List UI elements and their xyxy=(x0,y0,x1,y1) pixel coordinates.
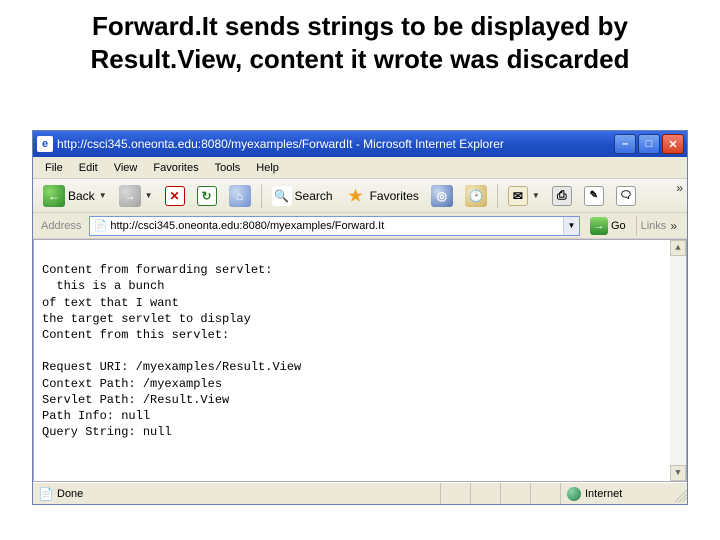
content-line: of text that I want xyxy=(42,296,179,310)
mail-button[interactable]: ✉ ▼ xyxy=(502,182,546,210)
edit-icon: ✎ xyxy=(584,186,604,206)
address-dropdown[interactable]: ▼ xyxy=(563,217,579,235)
forward-button[interactable]: → ▼ xyxy=(113,181,159,211)
menu-help[interactable]: Help xyxy=(248,160,287,176)
status-pane xyxy=(531,483,561,504)
go-button[interactable]: → Go xyxy=(584,215,632,237)
toolbar-separator xyxy=(261,184,262,208)
back-button[interactable]: ← Back ▼ xyxy=(37,181,113,211)
forward-dropdown[interactable]: ▼ xyxy=(145,191,153,200)
menu-favorites[interactable]: Favorites xyxy=(145,160,206,176)
address-input-wrap[interactable]: 📄 ▼ xyxy=(89,216,580,236)
browser-window: e http://csci345.oneonta.edu:8080/myexam… xyxy=(32,130,688,505)
zone-text: Internet xyxy=(585,488,622,500)
refresh-icon: ↻ xyxy=(197,186,217,206)
forward-icon: → xyxy=(119,185,141,207)
ie-app-icon: e xyxy=(37,136,53,152)
content-line: Content from this servlet: xyxy=(42,328,229,342)
done-icon: 📄 xyxy=(39,487,53,501)
menu-tools[interactable]: Tools xyxy=(207,160,249,176)
content-line: Servlet Path: /Result.View xyxy=(42,393,229,407)
content-line: Query String: null xyxy=(42,425,172,439)
close-button[interactable]: ✕ xyxy=(662,134,684,154)
scroll-down-button[interactable]: ▼ xyxy=(670,465,686,481)
search-label: Search xyxy=(295,189,333,203)
back-dropdown[interactable]: ▼ xyxy=(99,191,107,200)
minimize-button[interactable]: – xyxy=(614,134,636,154)
search-icon: 🔍 xyxy=(272,186,292,206)
go-label: Go xyxy=(611,220,626,232)
links-overflow[interactable]: » xyxy=(668,219,679,233)
content-line: this is a bunch xyxy=(42,279,164,293)
titlebar[interactable]: e http://csci345.oneonta.edu:8080/myexam… xyxy=(33,131,687,157)
favorites-label: Favorites xyxy=(370,189,419,203)
media-icon: ◎ xyxy=(431,185,453,207)
search-button[interactable]: 🔍 Search xyxy=(266,182,339,210)
back-icon: ← xyxy=(43,185,65,207)
menu-edit[interactable]: Edit xyxy=(71,160,106,176)
page-content: Content from forwarding servlet: this is… xyxy=(33,239,687,482)
toolbar-overflow[interactable]: » xyxy=(676,181,683,195)
globe-icon xyxy=(567,487,581,501)
content-line: Context Path: /myexamples xyxy=(42,377,222,391)
address-input[interactable] xyxy=(110,217,563,235)
content-line: the target servlet to display xyxy=(42,312,251,326)
stop-button[interactable]: ✕ xyxy=(159,182,191,210)
address-label: Address xyxy=(37,220,85,232)
refresh-button[interactable]: ↻ xyxy=(191,182,223,210)
toolbar: ← Back ▼ → ▼ ✕ ↻ ⌂ 🔍 Search ★ Favorites … xyxy=(33,179,687,213)
favorites-button[interactable]: ★ Favorites xyxy=(339,181,425,211)
scroll-up-button[interactable]: ▲ xyxy=(670,240,686,256)
maximize-button[interactable]: □ xyxy=(638,134,660,154)
menubar: File Edit View Favorites Tools Help xyxy=(33,157,687,179)
resize-grip[interactable] xyxy=(671,486,687,502)
mail-dropdown[interactable]: ▼ xyxy=(532,191,540,200)
slide-title: Forward.It sends strings to be displayed… xyxy=(0,0,720,89)
address-bar: Address 📄 ▼ → Go Links » xyxy=(33,213,687,239)
edit-button[interactable]: ✎ xyxy=(578,182,610,210)
menu-view[interactable]: View xyxy=(106,160,146,176)
media-button[interactable]: ◎ xyxy=(425,181,459,211)
vertical-scrollbar[interactable]: ▲ ▼ xyxy=(670,240,686,481)
home-button[interactable]: ⌂ xyxy=(223,181,257,211)
status-pane xyxy=(471,483,501,504)
discuss-icon: 🗨 xyxy=(616,186,636,206)
content-line: Path Info: null xyxy=(42,409,150,423)
status-pane xyxy=(501,483,531,504)
back-label: Back xyxy=(68,189,95,203)
stop-icon: ✕ xyxy=(165,186,185,206)
menu-file[interactable]: File xyxy=(37,160,71,176)
status-pane xyxy=(441,483,471,504)
window-title: http://csci345.oneonta.edu:8080/myexampl… xyxy=(57,137,614,151)
scroll-track[interactable] xyxy=(670,256,686,465)
links-label[interactable]: Links xyxy=(641,220,667,232)
content-line: Request URI: /myexamples/Result.View xyxy=(42,360,301,374)
page-icon: 📄 xyxy=(92,218,108,234)
home-icon: ⌂ xyxy=(229,185,251,207)
favorites-icon: ★ xyxy=(345,185,367,207)
history-icon: 🕑 xyxy=(465,185,487,207)
history-button[interactable]: 🕑 xyxy=(459,181,493,211)
print-icon: ⎙ xyxy=(552,186,572,206)
content-line: Content from forwarding servlet: xyxy=(42,263,272,277)
discuss-button[interactable]: 🗨 xyxy=(610,182,642,210)
toolbar-separator-2 xyxy=(497,184,498,208)
status-text: Done xyxy=(57,488,83,500)
status-bar: 📄 Done Internet xyxy=(33,482,687,504)
go-icon: → xyxy=(590,217,608,235)
print-button[interactable]: ⎙ xyxy=(546,182,578,210)
mail-icon: ✉ xyxy=(508,186,528,206)
